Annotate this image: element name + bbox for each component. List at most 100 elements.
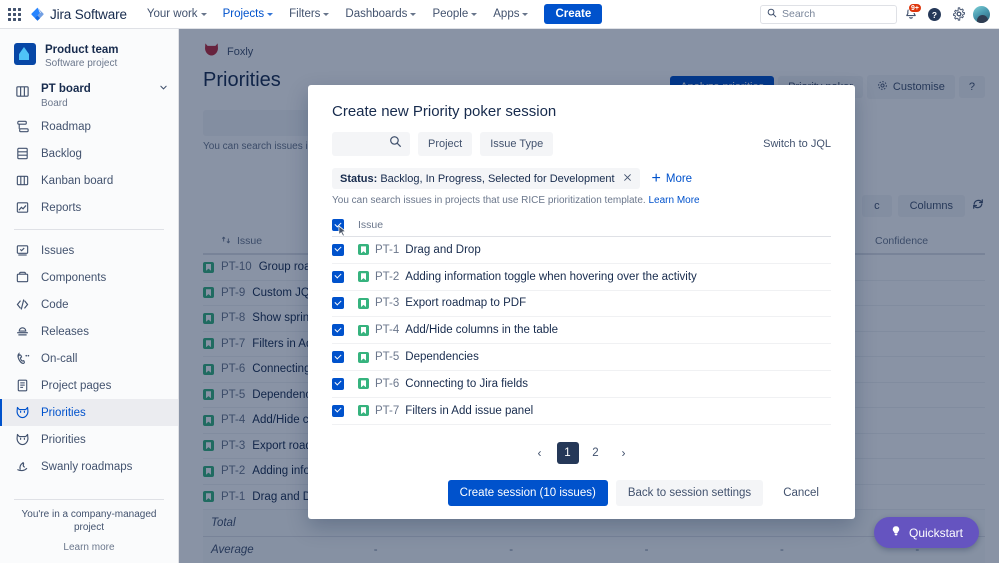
sidebar-item-kanban-board[interactable]: Kanban board [0, 167, 178, 194]
settings-button[interactable] [948, 4, 969, 25]
issue-checkbox[interactable] [332, 377, 344, 390]
global-search-input[interactable]: Search [760, 4, 897, 24]
issue-key: PT-4 [375, 324, 400, 337]
issue-key: PT-1 [375, 243, 400, 256]
sidebar-item-roadmap[interactable]: Roadmap [0, 113, 178, 140]
project-header[interactable]: Product team Software project [0, 29, 178, 79]
kanban-board-icon [14, 173, 30, 189]
quickstart-button[interactable]: Quickstart [873, 517, 979, 548]
nav-item-filters[interactable]: Filters [281, 0, 337, 29]
issue-key: PT-2 [375, 270, 400, 283]
status-chip-field: Status: [340, 172, 378, 185]
nav-item-label: People [432, 8, 469, 20]
issue-checkbox[interactable] [332, 324, 344, 337]
notifications-button[interactable]: 9+ [900, 2, 922, 25]
issue-list-item[interactable]: PT-4 Add/Hide columns in the table [332, 317, 831, 345]
issue-list-item[interactable]: PT-7 Filters in Add issue panel [332, 398, 831, 425]
nav-item-your-work[interactable]: Your work [139, 0, 215, 29]
modal-search-input[interactable] [332, 132, 410, 156]
sidebar-item-on-call[interactable]: On-call [0, 345, 178, 372]
add-more-filters-button[interactable]: + More [652, 170, 693, 187]
jira-app-window: Jira Software Your work Projects Filters… [0, 0, 999, 563]
sidebar-board-sub: Board [41, 98, 68, 110]
sidebar-item-label: Kanban board [41, 174, 114, 187]
sidebar-item-issues[interactable]: Issues [0, 237, 178, 264]
issue-summary: Connecting to Jira fields [405, 377, 529, 390]
brand-name: Jira Software [50, 6, 127, 22]
help-button[interactable]: ? [924, 4, 945, 25]
issue-checkbox[interactable] [332, 270, 344, 283]
page-button-1[interactable]: 1 [556, 441, 579, 464]
chevron-right-icon[interactable]: › [613, 442, 635, 464]
nav-item-people[interactable]: People [424, 0, 485, 29]
sidebar-divider [14, 229, 164, 231]
cancel-button[interactable]: Cancel [771, 480, 831, 506]
nav-item-dashboards[interactable]: Dashboards [337, 0, 424, 29]
page-button-2[interactable]: 2 [585, 442, 607, 464]
issue-list-item[interactable]: PT-2 Adding information toggle when hover… [332, 264, 831, 291]
sidebar-item-code[interactable]: Code [0, 291, 178, 318]
status-chip-values: Backlog, In Progress, Selected for Devel… [380, 172, 615, 185]
project-name: Product team [45, 44, 119, 56]
issue-list-item[interactable]: PT-6 Connecting to Jira fields [332, 371, 831, 398]
swanly-icon [14, 459, 30, 475]
chevron-down-icon [200, 12, 207, 16]
nav-item-projects[interactable]: Projects [215, 0, 282, 29]
sidebar-item-reports[interactable]: Reports [0, 194, 178, 221]
modal-active-filters: Status: Backlog, In Progress, Selected f… [308, 156, 855, 189]
learn-more-link[interactable]: Learn More [648, 195, 699, 206]
story-icon [358, 244, 369, 256]
issue-list-item[interactable]: PT-1 Drag and Drop [332, 237, 831, 264]
sidebar-item-project-pages[interactable]: Project pages [0, 372, 178, 399]
close-icon[interactable] [623, 173, 632, 185]
issue-summary: Add/Hide columns in the table [405, 324, 559, 337]
search-icon [389, 135, 402, 153]
sidebar-item-label: Project pages [41, 379, 112, 392]
sidebar-item-label: Swanly roadmaps [41, 460, 133, 473]
issue-checkbox[interactable] [332, 297, 344, 310]
create-session-button[interactable]: Create session (10 issues) [447, 479, 608, 506]
avatar[interactable] [972, 4, 991, 24]
svg-text:?: ? [932, 9, 937, 19]
issue-checkbox[interactable] [332, 404, 344, 417]
components-icon [14, 270, 30, 286]
switch-to-jql-link[interactable]: Switch to JQL [763, 138, 831, 150]
status-filter-chip[interactable]: Status: Backlog, In Progress, Selected f… [332, 168, 640, 189]
sidebar-item-priorities-primary[interactable]: Priorities [0, 399, 178, 427]
select-all-checkbox[interactable] [332, 219, 344, 231]
story-icon [358, 378, 369, 390]
sidebar-item-components[interactable]: Components [0, 264, 178, 291]
issue-list-item[interactable]: PT-3 Export roadmap to PDF [332, 291, 831, 318]
project-filter-button[interactable]: Project [418, 132, 473, 156]
sidebar-item-swanly-roadmaps[interactable]: Swanly roadmaps [0, 453, 178, 480]
issues-icon [14, 243, 30, 259]
nav-item-label: Apps [493, 8, 520, 20]
jira-brand[interactable]: Jira Software [30, 7, 139, 22]
project-avatar-icon [14, 43, 36, 65]
create-button[interactable]: Create [544, 4, 603, 24]
issue-column-header: Issue [358, 219, 384, 231]
sidebar-footer-learn-more-link[interactable]: Learn more [10, 542, 168, 553]
foxly-icon [14, 405, 30, 421]
chevron-left-icon[interactable]: ‹ [529, 442, 551, 464]
issue-checkbox[interactable] [332, 243, 344, 256]
issue-summary: Drag and Drop [405, 243, 481, 256]
issue-checkbox[interactable] [332, 351, 344, 364]
sidebar-item-releases[interactable]: Releases [0, 318, 178, 345]
nav-item-apps[interactable]: Apps [485, 0, 536, 29]
back-to-session-settings-button[interactable]: Back to session settings [615, 479, 764, 506]
code-icon [14, 297, 30, 313]
top-navigation-bar: Jira Software Your work Projects Filters… [0, 0, 999, 29]
issue-list-item[interactable]: PT-5 Dependencies [332, 344, 831, 371]
modal-title: Create new Priority poker session [332, 103, 557, 120]
sidebar-item-priorities-secondary[interactable]: Priorities [0, 426, 178, 453]
roadmap-icon [14, 119, 30, 135]
project-sidebar: Product team Software project PT board B… [0, 29, 179, 563]
sidebar-item-pt-board[interactable]: PT board Board [0, 79, 178, 113]
chevron-down-icon[interactable] [159, 83, 168, 95]
story-icon [358, 324, 369, 336]
issue-type-filter-button[interactable]: Issue Type [480, 132, 554, 156]
sidebar-item-label: Reports [41, 201, 82, 214]
sidebar-item-backlog[interactable]: Backlog [0, 140, 178, 167]
app-grid-icon[interactable] [0, 0, 28, 29]
